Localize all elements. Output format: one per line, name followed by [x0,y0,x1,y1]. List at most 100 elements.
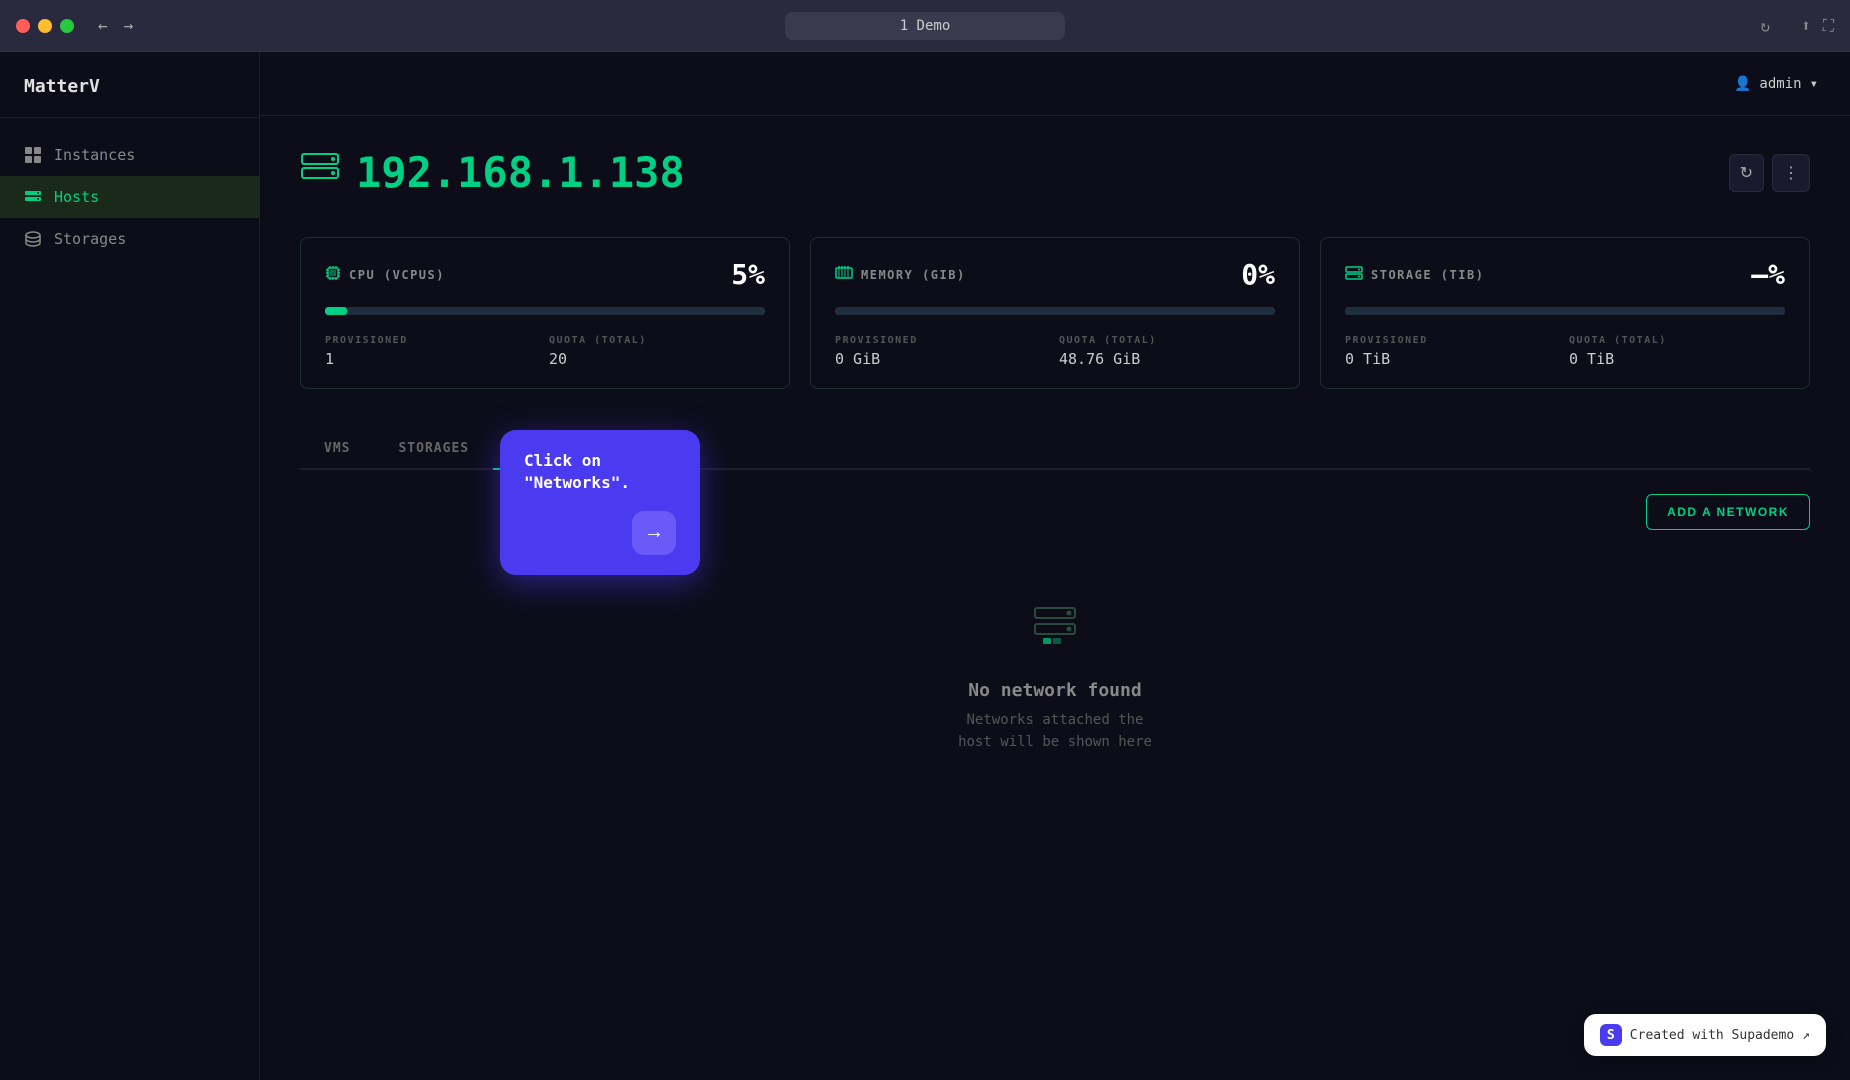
sidebar-storages-label: Storages [54,230,126,248]
content-area: 192.168.1.138 ↻ ⋮ CPU (vCPU [260,116,1850,1080]
storages-icon [24,230,42,248]
sidebar: MatterV Instances [0,52,260,1080]
page-title-icon [300,150,340,195]
cpu-quota: QUOTA (TOTAL) 20 [549,335,765,368]
cpu-quota-value: 20 [549,350,765,368]
storage-quota-value: 0 TiB [1569,350,1785,368]
admin-button[interactable]: 👤 admin ▾ [1734,76,1818,92]
memory-label: MEMORY (GiB) [835,266,966,283]
cpu-provisioned-value: 1 [325,350,541,368]
hosts-icon [24,188,42,206]
sidebar-item-storages[interactable]: Storages [0,218,259,260]
storage-label: STORAGE (TiB) [1345,266,1484,283]
share-icon[interactable]: ⬆ [1801,16,1811,36]
cpu-quota-label: QUOTA (TOTAL) [549,335,765,346]
memory-label-text: MEMORY (GiB) [861,268,966,282]
tooltip-arrow-icon: → [644,521,664,544]
browser-refresh-btn[interactable]: ↻ [1760,16,1770,35]
storage-card-header: STORAGE (TiB) —% [1345,258,1785,291]
tooltip-next-btn[interactable]: → [632,511,676,555]
empty-state-desc: Networks attached the host will be shown… [958,709,1152,754]
memory-quota-label: QUOTA (TOTAL) [1059,335,1275,346]
cpu-percent: 5% [731,258,765,291]
add-network-button[interactable]: ADD A NETWORK [1646,494,1810,530]
empty-state-icon [1025,594,1085,664]
main-content: 👤 admin ▾ 192.168. [260,52,1850,1080]
maximize-window-btn[interactable] [60,19,74,33]
empty-state: No network found Networks attached the h… [300,534,1810,814]
cpu-stat-footer: PROVISIONED 1 QUOTA (TOTAL) 20 [325,335,765,368]
tooltip-popup: Click on "Networks". → [500,430,700,575]
cpu-progress-fill [325,307,347,315]
memory-provisioned-value: 0 GiB [835,350,1051,368]
tab-content-networks: Click on "Networks". → ADD A NETWORK [300,470,1810,838]
storage-label-text: STORAGE (TiB) [1371,268,1484,282]
address-bar[interactable]: 1 Demo [785,12,1065,40]
storage-provisioned: PROVISIONED 0 TiB [1345,335,1561,368]
supademo-link-icon: ↗ [1802,1028,1810,1043]
instances-icon [24,146,42,164]
memory-quota-value: 48.76 GiB [1059,350,1275,368]
supademo-label: Created with Supademo [1630,1028,1794,1043]
app-container: MatterV Instances [0,52,1850,1080]
storage-icon [1345,266,1363,283]
admin-label: admin [1759,76,1801,92]
tab-storages[interactable]: STORAGES [374,429,493,470]
back-btn[interactable]: ← [98,16,108,35]
storage-quota-label: QUOTA (TOTAL) [1569,335,1785,346]
sidebar-hosts-label: Hosts [54,188,99,206]
sidebar-nav: Instances Hosts [0,118,259,276]
storage-progress-track [1345,307,1785,315]
close-window-btn[interactable] [16,19,30,33]
storage-provisioned-value: 0 TiB [1345,350,1561,368]
header-actions: ↻ ⋮ [1729,154,1810,192]
cpu-label: CPU (vCPUs) [325,265,445,285]
admin-icon: 👤 [1734,76,1751,92]
nav-buttons: ← → [98,16,133,35]
tab-vms[interactable]: VMS [300,429,374,470]
minimize-window-btn[interactable] [38,19,52,33]
memory-icon [835,266,853,283]
stats-grid: CPU (vCPUs) 5% PROVISIONED 1 QUOTA (T [300,237,1810,389]
sidebar-brand: MatterV [0,52,259,118]
top-bar: 👤 admin ▾ [260,52,1850,116]
memory-percent: 0% [1241,258,1275,291]
sidebar-item-hosts[interactable]: Hosts [0,176,259,218]
memory-provisioned: PROVISIONED 0 GiB [835,335,1051,368]
empty-state-title: No network found [968,680,1141,701]
window-controls-right: ⬆ ⛶ [1801,16,1834,36]
memory-provisioned-label: PROVISIONED [835,335,1051,346]
memory-quota: QUOTA (TOTAL) 48.76 GiB [1059,335,1275,368]
memory-progress-track [835,307,1275,315]
cpu-card-header: CPU (vCPUs) 5% [325,258,765,291]
storage-stat-card: STORAGE (TiB) —% PROVISIONED 0 TiB QU [1320,237,1810,389]
refresh-button[interactable]: ↻ [1729,154,1764,192]
traffic-lights [16,19,74,33]
storage-provisioned-label: PROVISIONED [1345,335,1561,346]
page-title: 192.168.1.138 [300,148,685,197]
page-header: 192.168.1.138 ↻ ⋮ [300,148,1810,197]
supademo-badge[interactable]: S Created with Supademo ↗ [1584,1014,1826,1056]
cpu-icon [325,265,341,285]
cpu-label-text: CPU (vCPUs) [349,268,445,282]
storage-percent: —% [1751,258,1785,291]
cpu-stat-card: CPU (vCPUs) 5% PROVISIONED 1 QUOTA (T [300,237,790,389]
storage-stat-footer: PROVISIONED 0 TiB QUOTA (TOTAL) 0 TiB [1345,335,1785,368]
memory-stat-card: MEMORY (GiB) 0% PROVISIONED 0 GiB QUO [810,237,1300,389]
window-chrome: ← → 1 Demo ↻ ⬆ ⛶ [0,0,1850,52]
tooltip-text: Click on "Networks". [524,450,676,495]
memory-card-header: MEMORY (GiB) 0% [835,258,1275,291]
cpu-provisioned: PROVISIONED 1 [325,335,541,368]
fullscreen-icon[interactable]: ⛶ [1823,16,1834,36]
page-title-text: 192.168.1.138 [356,148,685,197]
memory-stat-footer: PROVISIONED 0 GiB QUOTA (TOTAL) 48.76 Gi… [835,335,1275,368]
cpu-provisioned-label: PROVISIONED [325,335,541,346]
forward-btn[interactable]: → [124,16,134,35]
sidebar-item-instances[interactable]: Instances [0,134,259,176]
supademo-logo: S [1600,1024,1622,1046]
dropdown-icon: ▾ [1810,76,1818,92]
storage-quota: QUOTA (TOTAL) 0 TiB [1569,335,1785,368]
cpu-progress-track [325,307,765,315]
more-options-button[interactable]: ⋮ [1772,154,1810,192]
sidebar-instances-label: Instances [54,146,135,164]
